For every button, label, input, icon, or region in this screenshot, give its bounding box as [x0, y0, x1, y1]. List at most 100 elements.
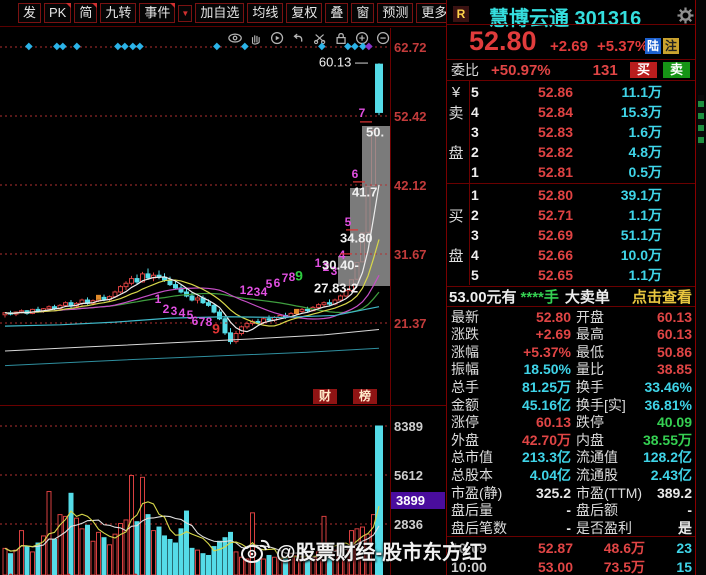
sell-row-1[interactable]: 152.810.5万 — [447, 162, 696, 182]
sell-row-5[interactable]: ¥552.8611.1万 — [447, 82, 696, 102]
svg-text:6: 6 — [274, 276, 281, 290]
gear-icon[interactable] — [677, 7, 694, 24]
stat-row: 外盘42.70万内盘38.55万 — [451, 431, 692, 448]
event-marker — [96, 295, 101, 300]
big-order-ticker[interactable]: 53.00元有 ****手 大卖单 点击查看 — [449, 288, 694, 305]
tick-count: 15 — [645, 559, 692, 575]
svg-text:6: 6 — [192, 314, 199, 328]
buy-order-book: 152.8039.1万买252.711.1万352.6951.1万盘452.66… — [447, 185, 696, 285]
svg-text:1: 1 — [155, 292, 162, 306]
level-number: 4 — [471, 104, 485, 120]
toolbar-button-3[interactable]: 简 — [74, 3, 97, 23]
stat-row: 最新52.80开盘60.13 — [451, 308, 692, 325]
toolbar-button-5[interactable]: 事件 — [139, 3, 175, 23]
event-diamond[interactable]: ◆ — [241, 42, 249, 52]
toolbar-button-4[interactable]: 九转 — [100, 3, 136, 23]
ticker-price-text: 53.00元有 — [449, 286, 517, 307]
toolbar-button-7[interactable]: 均线 — [247, 3, 283, 23]
buy-row-2[interactable]: 买252.711.1万 — [447, 205, 696, 225]
price-axis: 62.7252.4242.1231.6721.37 — [394, 28, 444, 408]
stat-value: 2.43亿 — [640, 465, 692, 485]
buy-button[interactable]: 买 — [630, 62, 657, 78]
order-volume: 0.5万 — [573, 162, 662, 182]
stat-value: 18.50% — [509, 361, 571, 377]
badge-lu[interactable]: 陆 — [645, 38, 661, 54]
ticker-view-link: 点击查看 — [632, 286, 692, 307]
stat-value: 389.2 — [640, 485, 692, 501]
badge-zhu[interactable]: 注 — [663, 38, 679, 54]
event-diamond[interactable]: ◆ — [136, 42, 144, 52]
volume-axis-label: 5612 — [394, 468, 423, 483]
svg-text:50.: 50. — [366, 124, 384, 139]
order-price: 52.80 — [485, 187, 573, 203]
toolbar-button-8[interactable]: 复权 — [286, 3, 322, 23]
order-price: 52.84 — [485, 104, 573, 120]
toolbar-button-10[interactable]: 窗 — [351, 3, 374, 23]
stat-row: 涨幅+5.37%最低50.86 — [451, 343, 692, 360]
level-number: 2 — [471, 207, 485, 223]
event-diamond[interactable]: ◆ — [351, 42, 359, 52]
price-change: +2.69 — [550, 38, 588, 55]
toolbar-button-9[interactable]: 叠 — [325, 3, 348, 23]
order-volume: 4.8万 — [573, 142, 662, 162]
stat-row: 涨跌+2.69最高60.13 — [451, 326, 692, 343]
event-diamond[interactable]: ◆ — [25, 42, 33, 52]
stat-row: 涨停60.13跌停40.09 — [451, 414, 692, 431]
svg-text:1: 1 — [240, 283, 247, 297]
stat-row: 总手81.25万换手33.46% — [451, 378, 692, 395]
stat-value: - — [640, 502, 692, 518]
toolbar-button-11[interactable]: 预测 — [377, 3, 413, 23]
candlestick-chart[interactable]: 1234567891234567891234567————50.41.734.8… — [0, 28, 390, 405]
svg-text:1: 1 — [315, 256, 322, 270]
watermark-text: @股票财经-股市东方红 — [276, 536, 482, 565]
sell-button[interactable]: 卖 — [663, 62, 690, 78]
stat-row: 盘后笔数-是否盈利是 — [451, 519, 692, 536]
buy-row-5[interactable]: 552.651.1万 — [447, 265, 696, 285]
order-volume: 10.0万 — [573, 245, 662, 265]
badge-rank[interactable]: 榜 — [353, 389, 377, 404]
volume-gridlines — [0, 426, 390, 524]
sell-side-char: 盘 — [447, 142, 465, 163]
svg-text:34.80: 34.80 — [340, 230, 373, 245]
order-price: 52.82 — [485, 144, 573, 160]
toolbar-button-1[interactable]: 发 — [18, 3, 41, 23]
buy-row-4[interactable]: 盘452.6610.0万 — [447, 245, 696, 265]
event-diamond[interactable]: ◆ — [213, 42, 221, 52]
stat-value: +5.37% — [509, 344, 571, 360]
order-price: 52.83 — [485, 124, 573, 140]
stat-value: 52.80 — [509, 309, 571, 325]
event-diamond[interactable]: ◆ — [318, 42, 326, 52]
candles-group — [3, 63, 383, 344]
buy-row-1[interactable]: 152.8039.1万 — [447, 185, 696, 205]
order-price: 52.65 — [485, 267, 573, 283]
event-diamond[interactable]: ◆ — [73, 42, 81, 52]
order-volume: 11.1万 — [573, 82, 662, 102]
event-diamond[interactable]: ◆ — [121, 42, 129, 52]
svg-text:9: 9 — [212, 321, 220, 337]
volume-axis-label: 8389 — [394, 419, 423, 434]
stat-row: 金额45.16亿换手[实]36.81% — [451, 396, 692, 413]
event-diamond[interactable]: ◆ — [59, 42, 67, 52]
ticker-type: 大卖单 — [565, 286, 610, 307]
stat-value: +2.69 — [509, 326, 571, 342]
svg-text:30.40-: 30.40- — [322, 257, 359, 272]
toolbar-button-2[interactable]: PK — [44, 3, 71, 23]
badge-finance[interactable]: 财 — [313, 389, 337, 404]
toolbar-button-6[interactable]: 加自选 — [195, 3, 244, 23]
orderbook-side-divider — [469, 81, 470, 285]
stat-value: 4.04亿 — [509, 465, 571, 485]
stat-row: 总市值213.3亿流通值128.2亿 — [451, 449, 692, 466]
event-dropdown-caret[interactable]: ▼ — [178, 5, 192, 22]
watermark: @股票财经-股市东方红 — [240, 536, 482, 565]
sell-row-3[interactable]: 352.831.6万 — [447, 122, 696, 142]
sell-row-4[interactable]: 卖452.8415.3万 — [447, 102, 696, 122]
trade-tick-list[interactable]: 10:0952.8748.6万2310:0053.0073.5万15 — [451, 538, 692, 575]
svg-text:3: 3 — [254, 285, 261, 299]
order-volume: 39.1万 — [573, 185, 662, 205]
price-axis-label: 21.37 — [394, 316, 427, 331]
volume-highlight-label: 3899 — [391, 492, 445, 509]
buy-row-3[interactable]: 352.6951.1万 — [447, 225, 696, 245]
sell-row-2[interactable]: 盘252.824.8万 — [447, 142, 696, 162]
event-diamond-purple[interactable]: ◆ — [365, 42, 373, 52]
stat-value: - — [509, 520, 571, 536]
